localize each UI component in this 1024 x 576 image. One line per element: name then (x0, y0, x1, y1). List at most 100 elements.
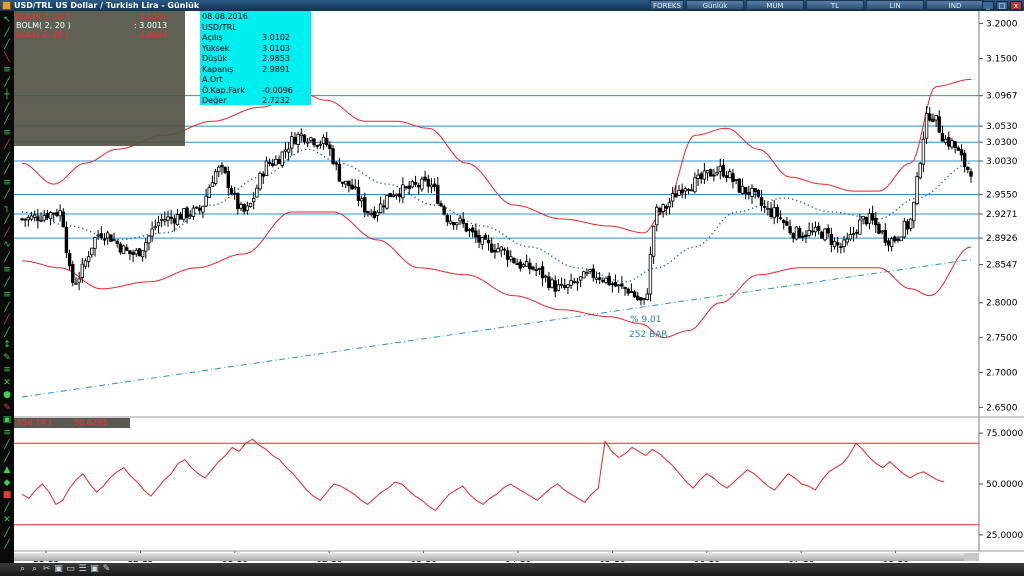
drawing-tool-icon[interactable]: ╱ (2, 540, 12, 550)
candle-down (397, 193, 402, 198)
candle-up (524, 261, 529, 267)
drawing-tool-icon[interactable]: ╱ (2, 78, 12, 88)
minimize-button[interactable]: _ (982, 1, 994, 10)
indicator-button[interactable]: IND (926, 0, 984, 10)
candle-down (382, 205, 386, 208)
drawing-tool-icon[interactable]: ■ (2, 490, 12, 500)
candle-up (159, 218, 164, 221)
candle-up (921, 138, 926, 165)
candle-down (277, 159, 281, 165)
candle-up (537, 268, 542, 270)
bottom-tool-icon[interactable]: ⌕ (29, 564, 40, 575)
drawing-tool-icon[interactable]: ≡ (2, 365, 12, 375)
candle (582, 270, 586, 279)
currency-button[interactable]: TL (806, 0, 864, 10)
chart-type-button[interactable]: MUM (746, 0, 804, 10)
period-button[interactable]: Günlük (686, 0, 744, 10)
bottom-tool-icon[interactable]: ⌕ (17, 564, 28, 575)
drawing-tool-icon[interactable]: ╱ (2, 228, 12, 238)
bottom-tool-icon[interactable]: ▣ (53, 564, 64, 575)
drawing-tool-icon[interactable]: ≡ (2, 290, 12, 300)
drawing-tool-icon[interactable]: ╱ (2, 278, 12, 288)
candle-up (77, 278, 81, 283)
drawing-tool-icon[interactable]: ● (2, 390, 12, 400)
candle-up (93, 237, 97, 249)
candle-down (835, 242, 840, 246)
drawing-tool-icon[interactable]: ╱ (2, 328, 12, 338)
drawing-tool-icon[interactable]: ∿ (2, 240, 12, 250)
drawing-tool-icon[interactable]: ✕ (2, 378, 12, 388)
candle-up (899, 236, 903, 242)
rsi-y-tick-label: 50.0000 (986, 480, 1023, 490)
candle-down (337, 164, 342, 182)
drawing-tool-icon[interactable]: ▲ (2, 465, 12, 475)
drawing-tool-icon[interactable]: ╱ (2, 215, 12, 225)
scrollbar-thumb[interactable] (14, 553, 964, 561)
candle-down (169, 216, 173, 219)
candle-up (48, 212, 53, 219)
candle-up (578, 276, 583, 281)
maximize-button[interactable]: □ (996, 1, 1008, 10)
drawing-tool-icon[interactable]: ◆ (2, 478, 12, 488)
horizontal-scrollbar[interactable] (14, 553, 979, 561)
close-button[interactable]: x (1010, 1, 1022, 10)
drawing-tool-icon[interactable]: ↖ (2, 15, 12, 25)
drawing-tool-icon[interactable]: ╱ (2, 440, 12, 450)
candle-down (356, 186, 361, 201)
drawing-tool-icon[interactable]: ≡ (2, 265, 12, 275)
candle-down (99, 233, 104, 239)
drawing-tool-icon[interactable]: ╱ (2, 115, 12, 125)
y-tick-label: 3.0967 (986, 92, 1018, 102)
candle-up (823, 228, 827, 241)
candle-down (363, 197, 367, 213)
drawing-tool-icon[interactable]: ╲ (2, 53, 12, 63)
drawing-tool-icon[interactable]: ╱ (2, 165, 12, 175)
candle-down (756, 190, 761, 197)
open-label: Açılış (202, 33, 223, 42)
drawing-tool-icon[interactable]: ╱ (2, 503, 12, 513)
candle-up (39, 219, 43, 222)
drawing-tool-icon[interactable]: ┼ (2, 90, 12, 100)
drawing-tool-icon[interactable]: ✎ (2, 353, 12, 363)
candle-down (775, 207, 780, 217)
bottom-tool-icon[interactable]: ▭ (65, 564, 76, 575)
drawing-tool-icon[interactable]: ╱ (2, 453, 12, 463)
candle-up (556, 284, 561, 291)
candle-up (105, 232, 110, 239)
drawing-tool-icon[interactable]: ≡ (2, 178, 12, 188)
bottom-tool-icon[interactable]: ✂ (41, 564, 52, 575)
drawing-tool-icon[interactable]: ↕ (2, 340, 12, 350)
candle-down (102, 238, 107, 241)
drawing-tool-icon[interactable]: ✕ (2, 515, 12, 525)
drawing-tool-icon[interactable]: ✎ (2, 403, 12, 413)
drawing-tool-icon[interactable]: ╱ (2, 103, 12, 113)
drawing-tool-icon[interactable]: ╱ (2, 153, 12, 163)
candle-down (442, 206, 446, 215)
candle-down (534, 269, 538, 271)
source-button[interactable]: FOREKS (650, 0, 684, 10)
bottom-tool-icon[interactable]: ☰ (77, 564, 88, 575)
drawing-tool-icon[interactable]: ╱ (2, 315, 12, 325)
candle-up (26, 216, 31, 221)
y-tick-label: 2.9271 (986, 210, 1018, 220)
candle-down (302, 134, 307, 143)
drawing-tool-icon[interactable]: ╱ (2, 40, 12, 50)
drawing-tool-icon[interactable]: ▣ (2, 415, 12, 425)
candle (902, 218, 907, 239)
drawing-tool-icon[interactable]: ╱ (2, 303, 12, 313)
bottom-tool-icon[interactable]: ▣ (89, 564, 100, 575)
scale-button[interactable]: LIN (866, 0, 924, 10)
candle-down (759, 196, 764, 206)
drawing-tool-icon[interactable]: ╱ (2, 190, 12, 200)
bottom-tool-icon[interactable]: ✎ (101, 564, 112, 575)
drawing-tool-icon[interactable]: ╱ (2, 528, 12, 538)
drawing-tool-icon[interactable]: ≡ (2, 65, 12, 75)
drawing-tool-icon[interactable]: ╱ (2, 28, 12, 38)
drawing-tool-icon[interactable]: ≡ (2, 128, 12, 138)
drawing-tool-icon[interactable]: ┐ (2, 203, 12, 213)
drawing-tool-icon[interactable]: ╱ (2, 140, 12, 150)
drawing-tool-icon[interactable]: ≡ (2, 428, 12, 438)
candle-down (883, 230, 888, 243)
drawing-tool-icon[interactable]: ╱ (2, 253, 12, 263)
candle-down (125, 247, 129, 251)
